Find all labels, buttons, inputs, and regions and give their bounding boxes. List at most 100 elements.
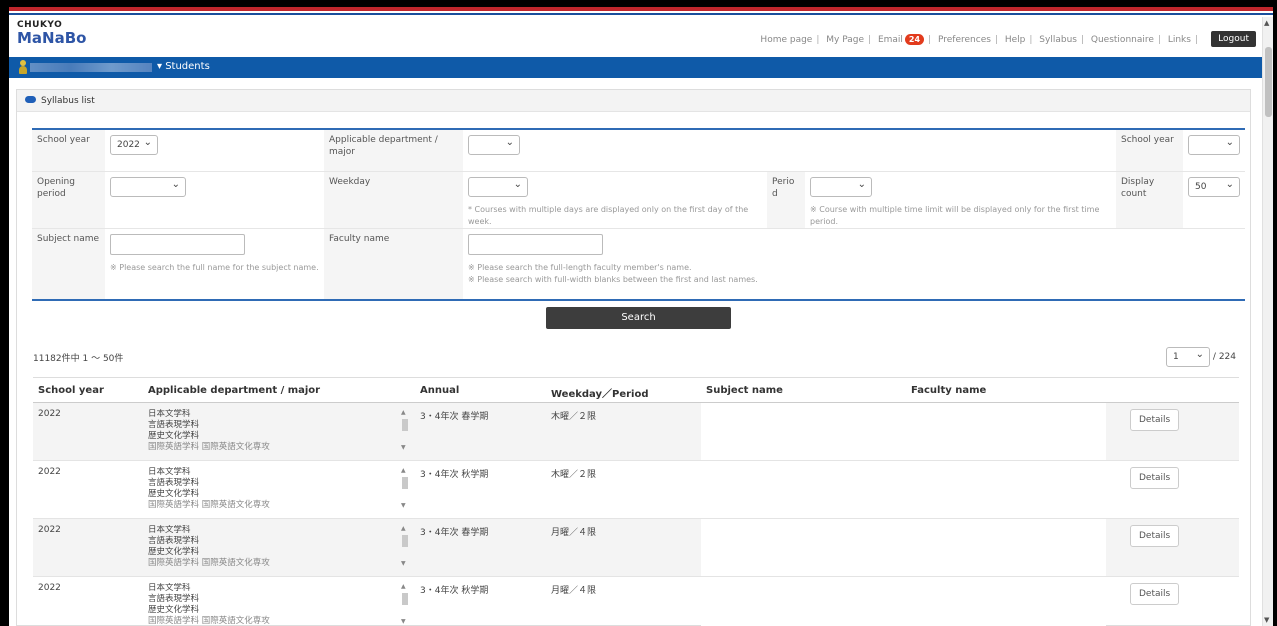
user-bar: ▾ Students bbox=[9, 57, 1262, 78]
nav-syllabus[interactable]: Syllabus bbox=[1039, 35, 1077, 45]
cell-faculty bbox=[906, 461, 1106, 518]
dept-line: 国際英語学科 国際英語文化専攻 bbox=[148, 615, 270, 626]
students-menu[interactable]: ▾ Students bbox=[157, 61, 210, 72]
col-subject-name: Subject name bbox=[706, 385, 783, 396]
page-select[interactable]: 1 bbox=[1166, 347, 1211, 367]
nav-help[interactable]: Help bbox=[1005, 35, 1026, 45]
cell-subject bbox=[701, 461, 906, 518]
user-icon bbox=[19, 60, 27, 74]
cell-annual: 3・4年次 春学期 bbox=[420, 528, 489, 538]
school-year-select[interactable]: 2022 bbox=[110, 135, 158, 155]
cell-department[interactable]: 日本文学科 言語表現学科 歴史文化学科 国際英語学科 国際英語文化専攻 bbox=[148, 467, 410, 513]
details-button[interactable]: Details bbox=[1130, 409, 1180, 431]
top-nav: Home page | My Page | Email 24 | Preferences… bbox=[760, 34, 1198, 45]
details-button[interactable]: Details bbox=[1130, 583, 1180, 605]
cell-year: 2022 bbox=[38, 525, 61, 535]
details-button[interactable]: Details bbox=[1130, 467, 1180, 489]
section-title: Syllabus list bbox=[41, 96, 95, 106]
subject-name-input[interactable] bbox=[110, 234, 245, 255]
cell-weekday: 木曜／２限 bbox=[551, 412, 597, 422]
faculty-name-note-2: ※ Please search with full-width blanks b… bbox=[468, 274, 758, 284]
nav-links[interactable]: Links bbox=[1168, 35, 1191, 45]
cell-department[interactable]: 日本文学科 言語表現学科 歴史文化学科 国際英語学科 国際英語文化専攻 bbox=[148, 409, 410, 455]
department-select[interactable] bbox=[468, 135, 520, 155]
cell-department[interactable]: 日本文学科 言語表現学科 歴史文化学科 国際英語学科 国際英語文化専攻 bbox=[148, 583, 410, 626]
cell-weekday: 月曜／４限 bbox=[551, 586, 597, 596]
department-label: Applicable department / major bbox=[324, 130, 463, 171]
table-row: 2022 日本文学科 言語表現学科 歴史文化学科 国際英語学科 国際英語文化専攻… bbox=[33, 519, 1239, 577]
cell-faculty bbox=[906, 403, 1106, 460]
weekday-select[interactable] bbox=[468, 177, 528, 197]
col-annual: Annual bbox=[420, 385, 460, 396]
result-count: 11182件中 1 ～ 50件 bbox=[33, 354, 124, 364]
faculty-name-note-1: ※ Please search the full-length faculty … bbox=[468, 263, 692, 272]
table-row: 2022 日本文学科 言語表現学科 歴史文化学科 国際英語学科 国際英語文化専攻… bbox=[33, 577, 1239, 626]
dept-line: 日本文学科 bbox=[148, 583, 191, 593]
subject-name-label: Subject name bbox=[32, 229, 105, 299]
scroll-up-icon[interactable]: ▲ bbox=[1264, 19, 1269, 27]
school-year-label: School year bbox=[32, 130, 105, 171]
cell-weekday: 月曜／４限 bbox=[551, 528, 597, 538]
nav-preferences[interactable]: Preferences bbox=[938, 35, 991, 45]
cell-subject bbox=[701, 519, 906, 576]
cell-scrollbar[interactable]: ▲ ▼ bbox=[401, 525, 409, 567]
cell-annual: 3・4年次 秋学期 bbox=[420, 470, 489, 480]
nav-questionnaire[interactable]: Questionnaire bbox=[1091, 35, 1154, 45]
nav-home-page[interactable]: Home page bbox=[760, 35, 812, 45]
col-weekday-period: Weekday／Period bbox=[551, 389, 649, 400]
faculty-name-label: Faculty name bbox=[324, 229, 463, 299]
user-name-redacted bbox=[30, 63, 152, 72]
details-button[interactable]: Details bbox=[1130, 525, 1180, 547]
opening-period-select[interactable] bbox=[110, 177, 186, 197]
table-header: School year Applicable department / majo… bbox=[33, 377, 1239, 403]
nav-my-page[interactable]: My Page bbox=[826, 35, 864, 45]
page-total: / 224 bbox=[1212, 352, 1236, 362]
search-button[interactable]: Search bbox=[546, 307, 731, 329]
cell-annual: 3・4年次 秋学期 bbox=[420, 586, 489, 596]
dept-line: 歴史文化学科 bbox=[148, 546, 200, 557]
logo-main-text: MaNaBo bbox=[17, 29, 87, 47]
display-count-label: Display count bbox=[1116, 172, 1183, 228]
email-count-badge[interactable]: 24 bbox=[904, 34, 925, 45]
syllabus-table: School year Applicable department / majo… bbox=[33, 377, 1239, 626]
cell-faculty bbox=[906, 519, 1106, 576]
dept-line: 言語表現学科 bbox=[148, 593, 200, 604]
opening-period-label: Opening period bbox=[32, 172, 105, 228]
cell-year: 2022 bbox=[38, 583, 61, 593]
browser-page: CHUKYO MaNaBo Home page | My Page | Email 2… bbox=[9, 7, 1273, 626]
dept-line: 日本文学科 bbox=[148, 525, 191, 535]
weekday-label: Weekday bbox=[324, 172, 463, 228]
logo[interactable]: CHUKYO MaNaBo bbox=[17, 21, 86, 46]
scroll-down-icon[interactable]: ▼ bbox=[1264, 616, 1269, 624]
period-label: Perio d bbox=[767, 172, 805, 228]
section-pill-icon bbox=[25, 96, 36, 103]
dept-line: 日本文学科 bbox=[148, 409, 191, 419]
logout-button[interactable]: Logout bbox=[1211, 31, 1256, 47]
table-row: 2022 日本文学科 言語表現学科 歴史文化学科 国際英語学科 国際英語文化専攻… bbox=[33, 403, 1239, 461]
cell-scrollbar[interactable]: ▲ ▼ bbox=[401, 409, 409, 451]
weekday-note: * Courses with multiple days are display… bbox=[468, 205, 749, 226]
nav-email[interactable]: Email bbox=[878, 35, 903, 45]
cell-department[interactable]: 日本文学科 言語表現学科 歴史文化学科 国際英語学科 国際英語文化専攻 bbox=[148, 525, 410, 571]
col-faculty-name: Faculty name bbox=[911, 385, 987, 396]
cell-scrollbar[interactable]: ▲ ▼ bbox=[401, 583, 409, 625]
period-select[interactable] bbox=[810, 177, 872, 197]
dept-line: 言語表現学科 bbox=[148, 535, 200, 546]
display-count-select[interactable]: 50 bbox=[1188, 177, 1240, 197]
faculty-name-input[interactable] bbox=[468, 234, 603, 255]
dept-line: 言語表現学科 bbox=[148, 419, 200, 430]
header: CHUKYO MaNaBo Home page | My Page | Email 2… bbox=[9, 17, 1262, 57]
cell-annual: 3・4年次 春学期 bbox=[420, 412, 489, 422]
subject-name-note: ※ Please search the full name for the su… bbox=[110, 263, 319, 272]
school-year2-select[interactable] bbox=[1188, 135, 1240, 155]
page-scrollbar[interactable]: ▲ ▼ bbox=[1262, 17, 1273, 626]
cell-weekday: 木曜／２限 bbox=[551, 470, 597, 480]
dept-line: 言語表現学科 bbox=[148, 477, 200, 488]
cell-subject bbox=[701, 577, 906, 626]
cell-scrollbar[interactable]: ▲ ▼ bbox=[401, 467, 409, 509]
search-form: School year 2022 Applicable department /… bbox=[32, 128, 1245, 301]
col-department: Applicable department / major bbox=[148, 385, 321, 396]
period-note: ※ Course with multiple time limit will b… bbox=[810, 205, 1100, 226]
top-stripe bbox=[9, 7, 1273, 17]
scroll-thumb[interactable] bbox=[1265, 47, 1272, 117]
